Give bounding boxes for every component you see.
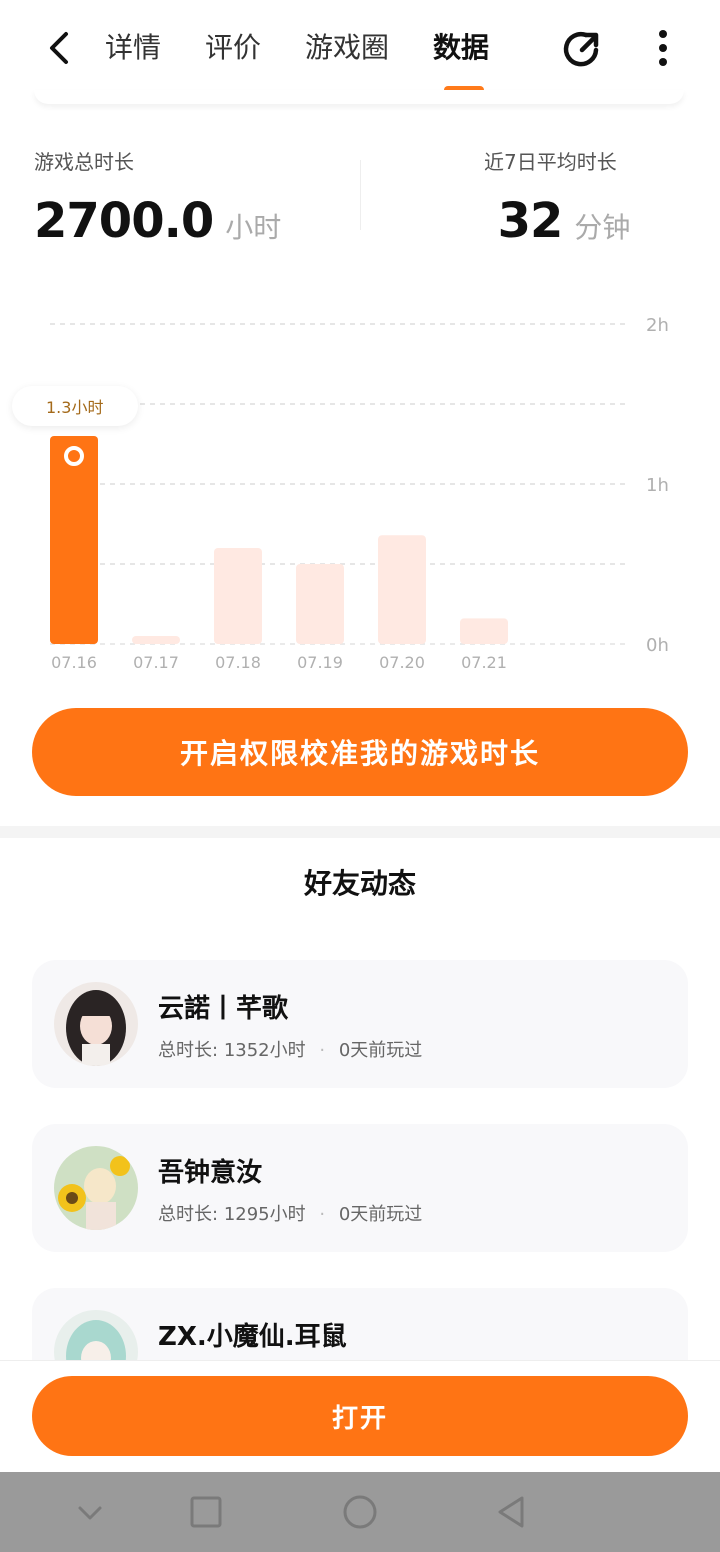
friend-meta: 总时长: 1295小时 · 0天前玩过 — [158, 1200, 422, 1226]
friend-last-played: 0天前玩过 — [338, 1040, 423, 1061]
avatar-sunflower — [54, 1146, 138, 1230]
friend-card[interactable]: 云諾丨芊歌 总时长: 1352小时 · 0天前玩过 — [32, 960, 688, 1088]
friend-meta: 总时长: 1352小时 · 0天前玩过 — [158, 1036, 422, 1062]
avg-7day-stat: 近7日平均时长 32 分钟 — [484, 146, 644, 249]
avg-7day-label: 近7日平均时长 — [484, 150, 617, 174]
x-tick-label: 07.20 — [379, 653, 425, 672]
total-playtime-unit: 小时 — [225, 211, 282, 244]
total-label: 总时长: — [158, 1204, 219, 1225]
tab-data[interactable]: 数据 — [433, 26, 489, 70]
friend-total-hours: 1295小时 — [223, 1204, 306, 1225]
friend-last-played: 0天前玩过 — [338, 1204, 423, 1225]
chevron-down-icon[interactable] — [70, 1492, 110, 1532]
chart-bar[interactable] — [132, 636, 180, 644]
total-playtime-label: 游戏总时长 — [34, 150, 134, 174]
tab-bar: 详情 评价 游戏圈 数据 — [105, 26, 533, 70]
header: 详情 评价 游戏圈 数据 — [0, 0, 720, 96]
avg-7day-value: 32 — [497, 193, 564, 249]
collapsed-card-edge — [0, 90, 720, 106]
system-navigation-bar — [0, 1472, 720, 1552]
friend-total-hours: 1352小时 — [223, 1040, 306, 1061]
friend-card[interactable]: 吾钟意汝 总时长: 1295小时 · 0天前玩过 — [32, 1124, 688, 1252]
back-arrow-icon[interactable] — [40, 28, 80, 68]
total-playtime-value: 2700.0 — [34, 193, 214, 249]
chart-bar[interactable] — [214, 548, 262, 644]
tab-details[interactable]: 详情 — [105, 26, 161, 70]
friend-name: 吾钟意汝 — [158, 1158, 263, 1188]
x-tick-label: 07.21 — [461, 653, 507, 672]
chart-bar[interactable] — [460, 618, 508, 644]
separator-dot: · — [319, 1040, 326, 1061]
y-tick-label: 2h — [646, 315, 669, 336]
friend-name: 云諾丨芊歌 — [158, 994, 289, 1024]
x-tick-label: 07.18 — [215, 653, 261, 672]
x-tick-label: 07.16 — [51, 653, 97, 672]
avatar-girl-dark-hair — [54, 982, 138, 1066]
total-playtime-stat: 游戏总时长 2700.0 小时 — [34, 146, 281, 249]
friend-name: ZX.小魔仙.耳鼠 — [158, 1322, 347, 1352]
circle-icon[interactable] — [340, 1492, 380, 1532]
calibrate-playtime-button[interactable]: 开启权限校准我的游戏时长 — [32, 708, 688, 796]
playtime-bar-chart: 0h 1h 2h 07.16 07.17 07.18 07.19 07.20 07.21 — [50, 315, 669, 672]
friends-activity-title: 好友动态 — [303, 867, 416, 900]
x-tick-label: 07.19 — [297, 653, 343, 672]
triangle-back-icon[interactable] — [492, 1492, 532, 1532]
section-divider — [0, 826, 720, 838]
bar-value-tooltip: 1.3小时 — [12, 386, 138, 426]
y-tick-label: 1h — [646, 475, 669, 496]
square-icon[interactable] — [186, 1492, 226, 1532]
y-tick-label: 0h — [646, 635, 669, 656]
x-tick-label: 07.17 — [133, 653, 179, 672]
chart-bar[interactable] — [296, 564, 344, 644]
more-vertical-icon[interactable] — [648, 26, 678, 70]
stats-divider — [360, 160, 361, 230]
chart-bar[interactable] — [378, 535, 426, 644]
chart-bar[interactable] — [50, 436, 98, 644]
separator-dot: · — [319, 1204, 326, 1225]
tab-reviews[interactable]: 评价 — [205, 26, 261, 70]
share-icon[interactable] — [560, 26, 606, 72]
tab-game-circle[interactable]: 游戏圈 — [305, 26, 389, 70]
avg-7day-unit: 分钟 — [574, 211, 631, 244]
open-game-button[interactable]: 打开 — [32, 1376, 688, 1456]
total-label: 总时长: — [158, 1040, 219, 1061]
